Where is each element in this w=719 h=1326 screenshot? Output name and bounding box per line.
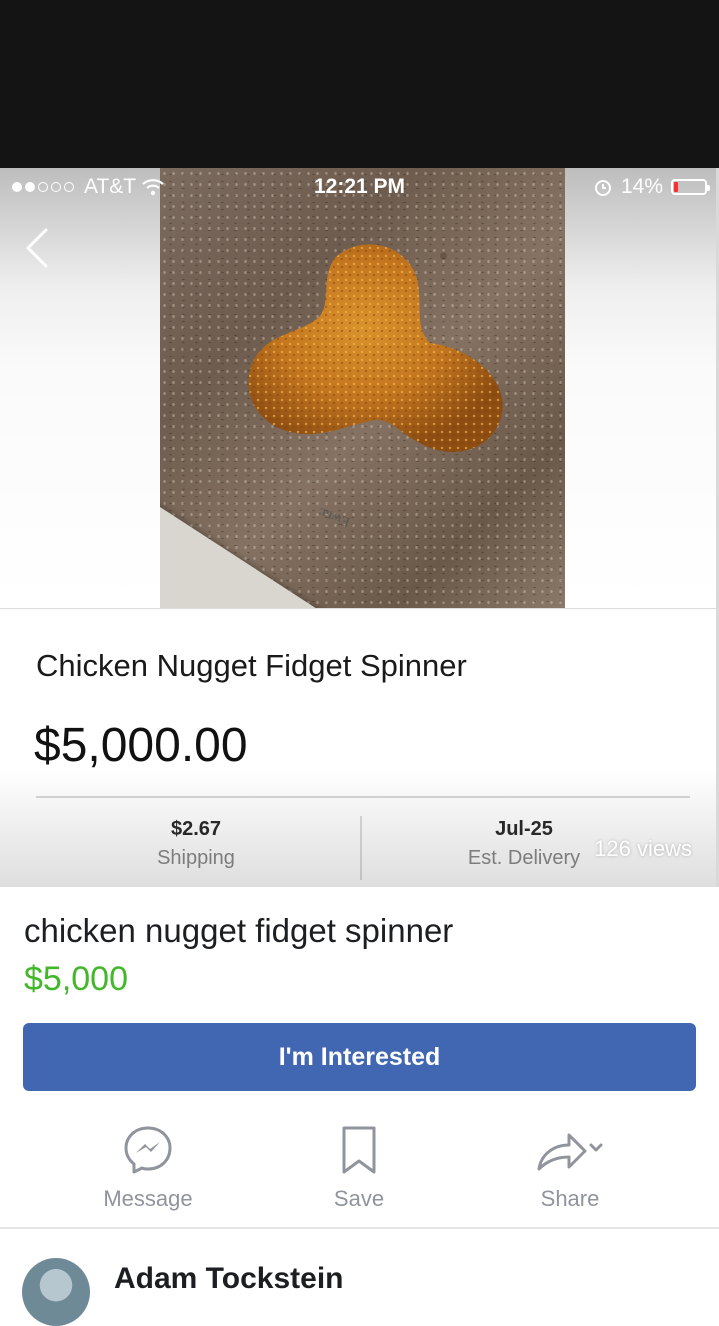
share-button[interactable]: Share <box>480 1122 660 1212</box>
alarm-icon <box>594 180 611 196</box>
photo-backdrop: Ewta: <box>0 168 716 608</box>
embedded-separator <box>36 796 690 798</box>
column-divider <box>360 816 362 880</box>
listing-title: chicken nugget fidget spinner <box>24 912 454 949</box>
share-label: Share <box>540 1186 600 1211</box>
listing-photo-screenshot[interactable]: Ewta: AT&T 12:21 PM 14% Chicken Nugget F… <box>0 168 719 887</box>
save-button[interactable]: Save <box>269 1122 449 1212</box>
embedded-item-title: Chicken Nugget Fidget Spinner <box>36 648 467 683</box>
battery-level <box>674 182 678 192</box>
status-bar: AT&T 12:21 PM 14% <box>0 168 716 204</box>
seller-name[interactable]: Adam Tockstein <box>114 1262 344 1296</box>
battery-percent: 14% <box>620 175 663 198</box>
listing-price: $5,000 <box>24 960 128 998</box>
share-arrow-icon <box>537 1133 603 1171</box>
chicken-nugget-photo: Ewta: <box>160 168 565 608</box>
photo-divider <box>0 608 716 609</box>
seller-avatar[interactable] <box>22 1258 90 1326</box>
shipping-value: $2.67 <box>170 818 222 840</box>
save-label: Save <box>333 1186 385 1211</box>
im-interested-button[interactable]: I'm Interested <box>23 1023 696 1091</box>
view-count: 126 views <box>594 836 692 861</box>
message-label: Message <box>103 1186 193 1211</box>
shipping-label: Shipping <box>157 847 235 869</box>
top-black-bar <box>0 0 719 168</box>
embedded-item-price: $5,000.00 <box>34 719 248 772</box>
section-divider <box>0 1227 719 1229</box>
bookmark-icon <box>342 1126 376 1174</box>
messenger-icon <box>124 1126 172 1174</box>
message-button[interactable]: Message <box>58 1122 238 1212</box>
shipping-info: $2.67 Shipping <box>96 818 296 870</box>
chevron-left-icon[interactable] <box>18 226 58 270</box>
nugget-image <box>248 244 503 452</box>
battery-icon <box>671 179 710 195</box>
